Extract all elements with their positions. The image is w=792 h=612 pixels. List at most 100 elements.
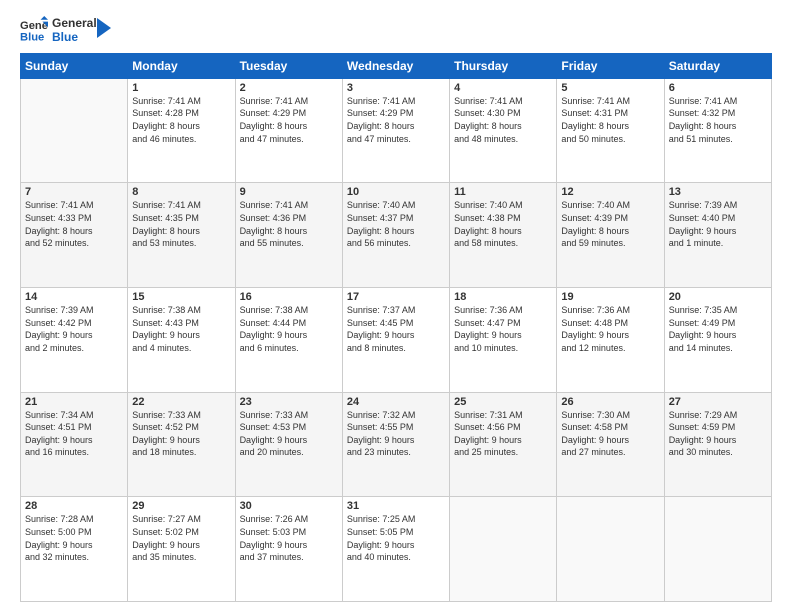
day-info: Sunrise: 7:41 AM Sunset: 4:33 PM Dayligh… [25, 199, 123, 249]
day-number: 11 [454, 186, 552, 198]
day-number: 12 [561, 186, 659, 198]
day-info: Sunrise: 7:33 AM Sunset: 4:53 PM Dayligh… [240, 409, 338, 459]
calendar-cell: 16Sunrise: 7:38 AM Sunset: 4:44 PM Dayli… [235, 288, 342, 393]
day-number: 28 [25, 500, 123, 512]
calendar-cell: 26Sunrise: 7:30 AM Sunset: 4:58 PM Dayli… [557, 392, 664, 497]
calendar-cell: 2Sunrise: 7:41 AM Sunset: 4:29 PM Daylig… [235, 78, 342, 183]
day-info: Sunrise: 7:39 AM Sunset: 4:40 PM Dayligh… [669, 199, 767, 249]
calendar-cell: 5Sunrise: 7:41 AM Sunset: 4:31 PM Daylig… [557, 78, 664, 183]
calendar-table: SundayMondayTuesdayWednesdayThursdayFrid… [20, 53, 772, 602]
calendar-cell: 1Sunrise: 7:41 AM Sunset: 4:28 PM Daylig… [128, 78, 235, 183]
calendar-cell: 11Sunrise: 7:40 AM Sunset: 4:38 PM Dayli… [450, 183, 557, 288]
day-info: Sunrise: 7:38 AM Sunset: 4:43 PM Dayligh… [132, 304, 230, 354]
day-info: Sunrise: 7:39 AM Sunset: 4:42 PM Dayligh… [25, 304, 123, 354]
calendar-cell: 31Sunrise: 7:25 AM Sunset: 5:05 PM Dayli… [342, 497, 449, 602]
day-info: Sunrise: 7:41 AM Sunset: 4:29 PM Dayligh… [347, 95, 445, 145]
calendar-cell: 6Sunrise: 7:41 AM Sunset: 4:32 PM Daylig… [664, 78, 771, 183]
day-number: 5 [561, 82, 659, 94]
day-info: Sunrise: 7:41 AM Sunset: 4:35 PM Dayligh… [132, 199, 230, 249]
day-number: 1 [132, 82, 230, 94]
day-info: Sunrise: 7:41 AM Sunset: 4:30 PM Dayligh… [454, 95, 552, 145]
day-number: 21 [25, 396, 123, 408]
calendar-page: General Blue General Blue SundayMondayTu… [0, 0, 792, 612]
calendar-cell: 29Sunrise: 7:27 AM Sunset: 5:02 PM Dayli… [128, 497, 235, 602]
week-row-3: 14Sunrise: 7:39 AM Sunset: 4:42 PM Dayli… [21, 288, 772, 393]
day-number: 10 [347, 186, 445, 198]
calendar-cell: 27Sunrise: 7:29 AM Sunset: 4:59 PM Dayli… [664, 392, 771, 497]
logo-arrow-icon [97, 18, 111, 38]
calendar-cell: 4Sunrise: 7:41 AM Sunset: 4:30 PM Daylig… [450, 78, 557, 183]
day-info: Sunrise: 7:41 AM Sunset: 4:36 PM Dayligh… [240, 199, 338, 249]
day-info: Sunrise: 7:40 AM Sunset: 4:38 PM Dayligh… [454, 199, 552, 249]
day-number: 2 [240, 82, 338, 94]
calendar-cell: 25Sunrise: 7:31 AM Sunset: 4:56 PM Dayli… [450, 392, 557, 497]
day-info: Sunrise: 7:25 AM Sunset: 5:05 PM Dayligh… [347, 513, 445, 563]
day-number: 25 [454, 396, 552, 408]
day-info: Sunrise: 7:34 AM Sunset: 4:51 PM Dayligh… [25, 409, 123, 459]
calendar-cell [450, 497, 557, 602]
day-number: 31 [347, 500, 445, 512]
weekday-header-row: SundayMondayTuesdayWednesdayThursdayFrid… [21, 53, 772, 78]
day-number: 30 [240, 500, 338, 512]
day-number: 7 [25, 186, 123, 198]
day-info: Sunrise: 7:41 AM Sunset: 4:31 PM Dayligh… [561, 95, 659, 145]
day-info: Sunrise: 7:38 AM Sunset: 4:44 PM Dayligh… [240, 304, 338, 354]
week-row-2: 7Sunrise: 7:41 AM Sunset: 4:33 PM Daylig… [21, 183, 772, 288]
day-number: 27 [669, 396, 767, 408]
day-number: 16 [240, 291, 338, 303]
weekday-header-saturday: Saturday [664, 53, 771, 78]
calendar-cell: 3Sunrise: 7:41 AM Sunset: 4:29 PM Daylig… [342, 78, 449, 183]
day-info: Sunrise: 7:35 AM Sunset: 4:49 PM Dayligh… [669, 304, 767, 354]
day-info: Sunrise: 7:36 AM Sunset: 4:47 PM Dayligh… [454, 304, 552, 354]
logo-icon: General Blue [20, 16, 48, 44]
day-info: Sunrise: 7:41 AM Sunset: 4:28 PM Dayligh… [132, 95, 230, 145]
calendar-cell: 30Sunrise: 7:26 AM Sunset: 5:03 PM Dayli… [235, 497, 342, 602]
day-number: 4 [454, 82, 552, 94]
day-number: 19 [561, 291, 659, 303]
day-number: 14 [25, 291, 123, 303]
day-info: Sunrise: 7:28 AM Sunset: 5:00 PM Dayligh… [25, 513, 123, 563]
day-number: 22 [132, 396, 230, 408]
day-info: Sunrise: 7:41 AM Sunset: 4:32 PM Dayligh… [669, 95, 767, 145]
day-info: Sunrise: 7:27 AM Sunset: 5:02 PM Dayligh… [132, 513, 230, 563]
calendar-cell [664, 497, 771, 602]
header: General Blue General Blue [20, 16, 772, 45]
calendar-cell: 14Sunrise: 7:39 AM Sunset: 4:42 PM Dayli… [21, 288, 128, 393]
day-number: 24 [347, 396, 445, 408]
weekday-header-tuesday: Tuesday [235, 53, 342, 78]
calendar-cell: 24Sunrise: 7:32 AM Sunset: 4:55 PM Dayli… [342, 392, 449, 497]
day-number: 18 [454, 291, 552, 303]
day-info: Sunrise: 7:29 AM Sunset: 4:59 PM Dayligh… [669, 409, 767, 459]
logo: General Blue General Blue [20, 16, 111, 45]
day-info: Sunrise: 7:26 AM Sunset: 5:03 PM Dayligh… [240, 513, 338, 563]
day-info: Sunrise: 7:36 AM Sunset: 4:48 PM Dayligh… [561, 304, 659, 354]
calendar-cell [21, 78, 128, 183]
day-number: 13 [669, 186, 767, 198]
svg-text:Blue: Blue [20, 32, 44, 44]
calendar-cell: 23Sunrise: 7:33 AM Sunset: 4:53 PM Dayli… [235, 392, 342, 497]
calendar-cell: 28Sunrise: 7:28 AM Sunset: 5:00 PM Dayli… [21, 497, 128, 602]
day-number: 6 [669, 82, 767, 94]
calendar-cell: 15Sunrise: 7:38 AM Sunset: 4:43 PM Dayli… [128, 288, 235, 393]
weekday-header-sunday: Sunday [21, 53, 128, 78]
day-number: 3 [347, 82, 445, 94]
calendar-cell: 20Sunrise: 7:35 AM Sunset: 4:49 PM Dayli… [664, 288, 771, 393]
day-info: Sunrise: 7:33 AM Sunset: 4:52 PM Dayligh… [132, 409, 230, 459]
day-number: 17 [347, 291, 445, 303]
day-number: 15 [132, 291, 230, 303]
calendar-cell: 9Sunrise: 7:41 AM Sunset: 4:36 PM Daylig… [235, 183, 342, 288]
weekday-header-thursday: Thursday [450, 53, 557, 78]
calendar-cell: 12Sunrise: 7:40 AM Sunset: 4:39 PM Dayli… [557, 183, 664, 288]
weekday-header-monday: Monday [128, 53, 235, 78]
day-number: 9 [240, 186, 338, 198]
day-info: Sunrise: 7:32 AM Sunset: 4:55 PM Dayligh… [347, 409, 445, 459]
weekday-header-wednesday: Wednesday [342, 53, 449, 78]
calendar-cell: 18Sunrise: 7:36 AM Sunset: 4:47 PM Dayli… [450, 288, 557, 393]
day-info: Sunrise: 7:30 AM Sunset: 4:58 PM Dayligh… [561, 409, 659, 459]
calendar-cell: 19Sunrise: 7:36 AM Sunset: 4:48 PM Dayli… [557, 288, 664, 393]
calendar-cell: 13Sunrise: 7:39 AM Sunset: 4:40 PM Dayli… [664, 183, 771, 288]
day-number: 29 [132, 500, 230, 512]
day-info: Sunrise: 7:31 AM Sunset: 4:56 PM Dayligh… [454, 409, 552, 459]
calendar-cell: 8Sunrise: 7:41 AM Sunset: 4:35 PM Daylig… [128, 183, 235, 288]
calendar-cell [557, 497, 664, 602]
